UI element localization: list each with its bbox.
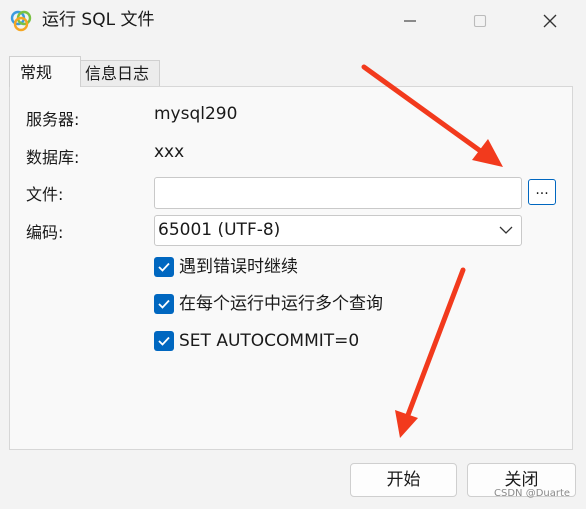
minimize-button[interactable] xyxy=(380,0,440,42)
tab-general[interactable]: 常规 xyxy=(9,56,81,87)
start-button[interactable]: 开始 xyxy=(350,463,457,497)
watermark: CSDN @Duarte xyxy=(494,488,571,499)
maximize-button[interactable] xyxy=(450,0,510,42)
server-value: mysql290 xyxy=(154,104,238,124)
autocommit-label: SET AUTOCOMMIT=0 xyxy=(179,331,360,351)
continue-on-error-checkbox[interactable] xyxy=(154,257,174,277)
autocommit-checkbox[interactable] xyxy=(154,331,174,351)
close-icon xyxy=(543,14,557,28)
multiple-queries-checkbox[interactable] xyxy=(154,294,174,314)
tab-info-log-label: 信息日志 xyxy=(85,64,150,83)
maximize-icon xyxy=(473,14,487,28)
checkmark-icon xyxy=(158,262,170,272)
checkmark-icon xyxy=(158,299,170,309)
title-bar: 运行 SQL 文件 xyxy=(0,0,586,42)
checkmark-icon xyxy=(158,336,170,346)
window-title: 运行 SQL 文件 xyxy=(42,10,155,30)
database-value: xxx xyxy=(154,142,185,162)
browse-button[interactable]: ... xyxy=(528,179,556,205)
database-label: 数据库: xyxy=(26,148,80,167)
minimize-icon xyxy=(404,20,416,22)
file-path-input[interactable] xyxy=(154,177,522,209)
encoding-select[interactable]: 65001 (UTF-8) xyxy=(154,215,522,246)
server-label: 服务器: xyxy=(26,110,80,129)
chevron-down-icon xyxy=(499,226,513,234)
tab-info-log[interactable]: 信息日志 xyxy=(80,60,160,86)
continue-on-error-label: 遇到错误时继续 xyxy=(179,257,298,277)
close-window-button[interactable] xyxy=(520,0,580,42)
tab-general-label: 常规 xyxy=(20,63,53,82)
file-label: 文件: xyxy=(26,185,64,204)
multiple-queries-label: 在每个运行中运行多个查询 xyxy=(179,294,383,314)
encoding-value: 65001 (UTF-8) xyxy=(158,220,281,240)
encoding-label: 编码: xyxy=(26,223,64,242)
navicat-icon xyxy=(10,10,32,32)
